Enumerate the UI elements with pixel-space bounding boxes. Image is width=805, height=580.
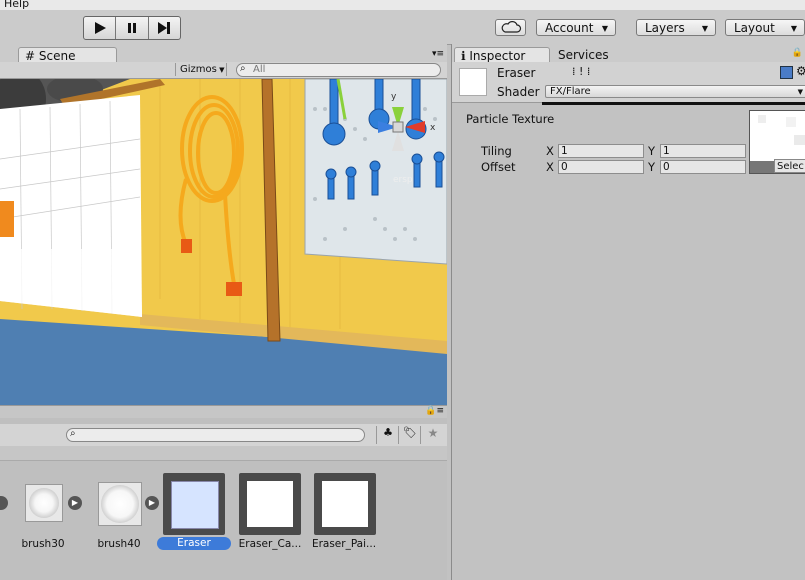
tiling-x-field[interactable]: 1 — [558, 144, 644, 158]
offset-label: Offset — [481, 160, 516, 174]
account-dropdown[interactable]: Account ▼ — [536, 19, 616, 36]
chevron-down-icon: ▼ — [797, 88, 803, 96]
asset-thumbnail-eraser-canvas[interactable] — [239, 473, 301, 535]
grid-icon: # — [25, 49, 36, 63]
chevron-down-icon: ▼ — [601, 24, 608, 33]
search-icon: ⌕ — [240, 63, 246, 74]
layout-dropdown[interactable]: Layout ▼ — [725, 19, 805, 36]
menu-bar: Help — [0, 0, 805, 10]
tab-inspector[interactable]: ℹ Inspector — [454, 47, 550, 63]
cursor-glyph: ⁞ ! ⁞ — [572, 65, 591, 78]
account-label: Account — [545, 21, 594, 35]
shader-dropdown[interactable]: FX/Flare ▼ — [545, 85, 805, 98]
material-header: Eraser ⁞ ! ⁞ Shader FX/Flare ▼ ⚙ — [452, 62, 805, 103]
header-divider — [542, 102, 805, 105]
layout-label: Layout — [734, 21, 775, 35]
scene-viewport[interactable]: y x ersp — [0, 79, 447, 405]
shader-label: Shader — [497, 85, 540, 99]
asset-label[interactable]: Eraser_Ca... — [235, 538, 305, 550]
offset-x-field[interactable]: 0 — [558, 160, 644, 174]
asset-thumbnail-eraser[interactable] — [163, 473, 225, 535]
material-preview — [322, 481, 368, 527]
offset-y-field[interactable]: 0 — [660, 160, 746, 174]
tab-inspector-label: Inspector — [469, 49, 526, 63]
project-breadcrumb — [0, 446, 447, 461]
panel-menu-icon[interactable]: 🔒≡ — [425, 406, 444, 416]
shader-value: FX/Flare — [550, 86, 591, 97]
panel-menu-icon[interactable]: ▾≡ — [432, 49, 444, 59]
filter-by-label-button[interactable]: 🏷 — [398, 426, 421, 444]
asset-thumbnail-brush30[interactable] — [25, 484, 63, 522]
material-preview — [247, 481, 293, 527]
info-icon: ℹ — [461, 49, 466, 63]
lock-icon[interactable]: 🔒 — [792, 48, 803, 58]
project-header: 🔒≡ — [0, 405, 447, 419]
project-toolbar: ⌕ ♣ 🏷 ★ — [0, 424, 447, 447]
gizmos-dropdown[interactable]: Gizmos ▼ — [175, 63, 227, 76]
pause-button[interactable] — [116, 17, 149, 39]
chevron-down-icon: ▼ — [701, 24, 708, 33]
cloud-button[interactable] — [495, 19, 526, 36]
tab-services-label: Services — [558, 48, 609, 62]
search-icon: ⌕ — [70, 428, 76, 439]
project-search-input[interactable]: ⌕ — [66, 428, 365, 442]
particle-texture-label: Particle Texture — [466, 112, 555, 126]
material-preview — [171, 481, 219, 529]
layers-label: Layers — [645, 21, 685, 35]
scene-tab-bar: # Scene ▾≡ — [0, 44, 447, 63]
texture-preview — [29, 488, 59, 518]
expand-arrow-icon[interactable]: ▶ — [68, 496, 82, 510]
expand-arrow-icon[interactable]: ▶ — [145, 496, 159, 510]
texture-select-button[interactable]: Selec — [774, 159, 805, 173]
tag-icon: 🏷 — [403, 426, 417, 439]
gizmo-x-label: x — [430, 123, 436, 133]
offset-x-label: X — [546, 160, 554, 174]
asset-thumbnail-brush40[interactable] — [98, 482, 142, 526]
chevron-down-icon: ▼ — [790, 24, 797, 33]
playback-controls — [83, 16, 181, 40]
tiling-x-label: X — [546, 144, 554, 158]
tab-scene[interactable]: # Scene — [18, 47, 117, 63]
asset-label[interactable]: Eraser_Pai... — [309, 538, 379, 550]
play-button[interactable] — [84, 17, 117, 39]
step-button[interactable] — [149, 17, 180, 39]
scene-toolbar: Gizmos ▼ ⌕ All — [0, 62, 447, 79]
tab-services[interactable]: Services — [552, 47, 642, 63]
step-icon — [158, 22, 171, 34]
shapes-icon: ♣ — [383, 426, 393, 439]
tiling-label: Tiling — [481, 144, 512, 158]
texture-preview — [750, 111, 805, 161]
scene-search-placeholder: All — [253, 64, 266, 75]
tiling-y-label: Y — [648, 144, 656, 158]
texture-preview — [101, 485, 139, 523]
scene-illustration — [0, 79, 447, 405]
filter-by-type-button[interactable]: ♣ — [376, 426, 399, 444]
texture-slot[interactable]: Selec — [749, 110, 805, 174]
layers-dropdown[interactable]: Layers ▼ — [636, 19, 716, 36]
scene-search-input[interactable]: ⌕ All — [236, 63, 441, 77]
gizmo-y-label: y — [391, 92, 397, 102]
asset-label[interactable]: brush40 — [84, 538, 154, 550]
asset-label-selected[interactable]: Eraser — [157, 537, 231, 550]
tiling-y-field[interactable]: 1 — [660, 144, 746, 158]
star-icon: ★ — [427, 426, 439, 440]
asset-label[interactable]: brush30 — [8, 538, 78, 550]
gizmo-persp-label[interactable]: ersp — [393, 175, 413, 185]
favorites-button[interactable]: ★ — [420, 426, 445, 444]
asset-thumbnail-eraser-paint[interactable] — [314, 473, 376, 535]
tab-scene-label: Scene — [38, 49, 76, 63]
menu-help[interactable]: Help — [4, 0, 29, 10]
gizmos-label: Gizmos — [180, 64, 217, 75]
play-icon — [94, 22, 106, 34]
offset-y-label: Y — [648, 160, 656, 174]
inspector-panel: ℹ Inspector Services 🔒 Eraser ⁞ ! ⁞ Shad… — [451, 44, 805, 580]
gear-icon[interactable]: ⚙ — [796, 64, 805, 78]
inspector-tab-bar: ℹ Inspector Services 🔒 — [452, 44, 805, 63]
help-book-icon[interactable] — [780, 66, 793, 79]
object-name: Eraser — [497, 66, 536, 80]
pause-icon — [127, 23, 136, 33]
material-icon — [459, 68, 487, 96]
cloud-icon — [501, 21, 522, 33]
